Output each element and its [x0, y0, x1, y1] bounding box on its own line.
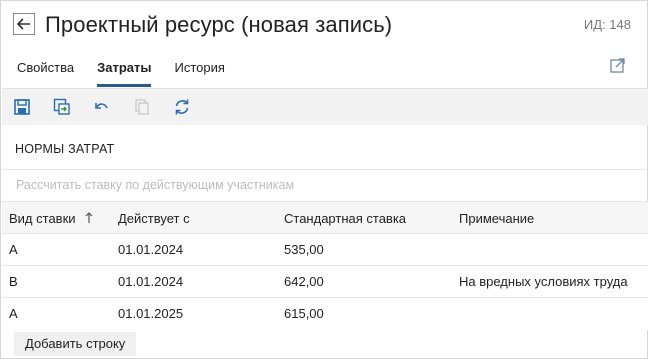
sort-ascending-icon [85, 212, 93, 223]
table-header: Вид ставки Действует с Стандартная ставк… [2, 201, 648, 234]
column-header-valid-from[interactable]: Действует с [118, 211, 190, 226]
column-header-note[interactable]: Примечание [459, 211, 534, 226]
column-header-label: Вид ставки [9, 211, 76, 226]
table-row[interactable]: B 01.01.2024 642,00 На вредных условиях … [2, 265, 648, 298]
toolbar [2, 88, 648, 125]
undo-icon [95, 103, 108, 109]
calculate-rate-link[interactable]: Рассчитать ставку по действующим участни… [16, 178, 294, 192]
tab-history[interactable]: История [174, 60, 224, 86]
cell-note: На вредных условиях труда [459, 274, 628, 289]
record-window: Проектный ресурс (новая запись) ИД: 148 … [0, 0, 648, 359]
cell-standard-rate: 642,00 [284, 274, 324, 289]
table-row[interactable]: A 01.01.2024 535,00 [2, 233, 648, 266]
open-in-new-window-button[interactable] [609, 56, 627, 74]
cell-valid-from: 01.01.2025 [118, 306, 184, 321]
table-row[interactable]: A 01.01.2025 615,00 [2, 297, 648, 330]
refresh-button[interactable] [172, 97, 192, 117]
record-id: ИД: 148 [584, 17, 631, 32]
undo-button[interactable] [92, 97, 112, 117]
save-and-close-icon [53, 98, 70, 115]
cell-rate-type: A [9, 242, 18, 257]
copy-icon [135, 99, 149, 115]
save-icon [14, 99, 30, 115]
cell-standard-rate: 535,00 [284, 242, 324, 257]
add-row-button[interactable]: Добавить строку [14, 332, 137, 356]
cell-valid-from: 01.01.2024 [118, 274, 184, 289]
section-title: НОРМЫ ЗАТРАТ [15, 142, 115, 156]
copy-button[interactable] [132, 97, 152, 117]
tab-costs[interactable]: Затраты [97, 60, 152, 87]
cell-standard-rate: 615,00 [284, 306, 324, 321]
tab-bar: Свойства Затраты История [17, 60, 248, 88]
save-and-close-button[interactable] [52, 97, 72, 117]
record-id-value: 148 [609, 17, 631, 32]
divider [2, 169, 646, 170]
refresh-icon [175, 99, 189, 115]
cell-rate-type: B [9, 274, 18, 289]
page-title: Проектный ресурс (новая запись) [45, 12, 393, 37]
external-window-icon [610, 58, 625, 73]
back-button[interactable] [13, 13, 35, 35]
cell-valid-from: 01.01.2024 [118, 242, 184, 257]
record-id-label: ИД: [583, 17, 606, 32]
column-header-standard-rate[interactable]: Стандартная ставка [284, 211, 406, 226]
save-button[interactable] [12, 97, 32, 117]
column-header-rate-type[interactable]: Вид ставки [9, 211, 93, 226]
arrow-left-icon [17, 18, 30, 30]
tab-properties[interactable]: Свойства [17, 60, 74, 86]
cell-rate-type: A [9, 306, 18, 321]
